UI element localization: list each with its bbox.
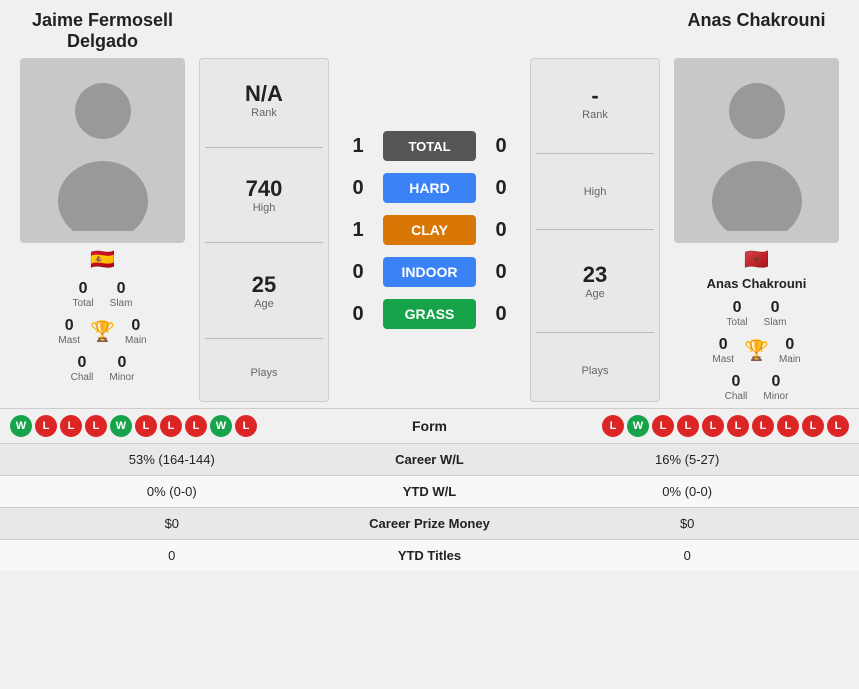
p1-plays-block: Plays: [251, 367, 278, 379]
clay-btn[interactable]: Clay: [383, 215, 476, 245]
player1-minor: 0 Minor: [109, 354, 134, 383]
score-row-total: 1 Total 0: [333, 127, 526, 165]
p1-form-4: L: [85, 415, 107, 437]
p2-form-6: L: [727, 415, 749, 437]
p2-high-block: High: [584, 186, 607, 198]
p1-form-7: L: [160, 415, 182, 437]
main-container: Jaime Fermosell Delgado Anas Chakrouni 🇪…: [0, 0, 859, 571]
p1-titles: 0: [0, 540, 344, 572]
player2-panel: 🇲🇦 Anas Chakrouni 0 Total 0 Slam 0 Mast: [664, 58, 849, 402]
player2-mast: 0 Mast: [712, 336, 734, 365]
p2-age-block: 23 Age: [583, 262, 607, 300]
stats-table: 53% (164-144) Career W/L 16% (5-27) 0% (…: [0, 443, 859, 571]
player1-panel: 🇪🇸 0 Total 0 Slam 0 Mast 🏆: [10, 58, 195, 402]
player2-avatar: [674, 58, 839, 243]
player2-main: 0 Main: [779, 336, 801, 365]
p2-form-8: L: [777, 415, 799, 437]
career-wl-label: Career W/L: [344, 444, 516, 476]
p1-form-3: L: [60, 415, 82, 437]
player2-stats-row2: 0 Mast 🏆 0 Main: [712, 336, 800, 365]
p1-ytd-wl: 0% (0-0): [0, 476, 344, 508]
scores-center: 1 Total 0 0 Hard 0 1 Clay 0 0 Indoor 0: [333, 58, 526, 402]
p2-form-7: L: [752, 415, 774, 437]
player1-total: 0 Total: [73, 280, 94, 309]
player2-minor: 0 Minor: [763, 373, 788, 402]
p1-age-block: 25 Age: [252, 272, 276, 310]
p1-form-1: W: [10, 415, 32, 437]
player2-name: Anas Chakrouni: [664, 10, 849, 31]
player1-name2: Delgado: [10, 31, 195, 52]
career-wl-row: 53% (164-144) Career W/L 16% (5-27): [0, 444, 859, 476]
p2-ytd-wl: 0% (0-0): [515, 476, 859, 508]
player2-flag: 🇲🇦: [744, 247, 769, 272]
p1-high-block: 740 High: [246, 176, 283, 214]
player2-stats-row1: 0 Total 0 Slam: [727, 299, 787, 328]
player1-flag: 🇪🇸: [90, 247, 115, 272]
player1-avatar: [20, 58, 185, 243]
p2-form-10: L: [827, 415, 849, 437]
left-stats-panel: N/A Rank 740 High 25 Age Plays: [199, 58, 329, 402]
trophy-icon-p2: 🏆: [744, 338, 769, 363]
grass-btn[interactable]: Grass: [383, 299, 476, 329]
player2-stats-row3: 0 Chall 0 Minor: [725, 373, 789, 402]
prize-row: $0 Career Prize Money $0: [0, 508, 859, 540]
player1-chall: 0 Chall: [71, 354, 94, 383]
p1-prize: $0: [0, 508, 344, 540]
p1-form-8: L: [185, 415, 207, 437]
total-btn[interactable]: Total: [383, 131, 476, 161]
p1-form-2: L: [35, 415, 57, 437]
player2-form: L W L L L L L L L L: [534, 415, 849, 437]
score-row-hard: 0 Hard 0: [333, 169, 526, 207]
p1-form-9: W: [210, 415, 232, 437]
p2-form-1: L: [602, 415, 624, 437]
player1-stats-row1: 0 Total 0 Slam: [73, 280, 133, 309]
prize-label: Career Prize Money: [344, 508, 516, 540]
score-row-grass: 0 Grass 0: [333, 295, 526, 333]
p2-form-9: L: [802, 415, 824, 437]
titles-label: YTD Titles: [344, 540, 516, 572]
player2-total: 0 Total: [727, 299, 748, 328]
hard-btn[interactable]: Hard: [383, 173, 476, 203]
form-label: Form: [329, 418, 530, 434]
player1-stats-row3: 0 Chall 0 Minor: [71, 354, 135, 383]
player1-form: W L L L W L L L W L: [10, 415, 325, 437]
form-row: W L L L W L L L W L Form L W L L L L L L…: [0, 408, 859, 443]
p2-career-wl: 16% (5-27): [515, 444, 859, 476]
p2-form-3: L: [652, 415, 674, 437]
p2-titles: 0: [515, 540, 859, 572]
player1-name: Jaime Fermosell: [10, 10, 195, 31]
player2-name-below: Anas Chakrouni: [707, 276, 807, 291]
right-stats-panel: - Rank High 23 Age Plays: [530, 58, 660, 402]
player1-mast: 0 Mast: [58, 317, 80, 346]
trophy-icon-p1: 🏆: [90, 319, 115, 344]
player2-name-area: Anas Chakrouni: [664, 10, 849, 31]
player1-main: 0 Main: [125, 317, 147, 346]
score-row-clay: 1 Clay 0: [333, 211, 526, 249]
ytd-wl-row: 0% (0-0) YTD W/L 0% (0-0): [0, 476, 859, 508]
player1-name-area: Jaime Fermosell Delgado: [10, 10, 195, 52]
p2-prize: $0: [515, 508, 859, 540]
player2-chall: 0 Chall: [725, 373, 748, 402]
p1-rank-block: N/A Rank: [245, 81, 283, 119]
titles-row: 0 YTD Titles 0: [0, 540, 859, 572]
p2-form-2: W: [627, 415, 649, 437]
player1-slam: 0 Slam: [110, 280, 133, 309]
indoor-btn[interactable]: Indoor: [383, 257, 476, 287]
p2-plays-block: Plays: [582, 365, 609, 377]
player2-slam: 0 Slam: [764, 299, 787, 328]
p2-form-4: L: [677, 415, 699, 437]
p1-form-10: L: [235, 415, 257, 437]
p1-career-wl: 53% (164-144): [0, 444, 344, 476]
p1-form-6: L: [135, 415, 157, 437]
p2-form-5: L: [702, 415, 724, 437]
p2-rank-block: - Rank: [582, 83, 608, 121]
score-row-indoor: 0 Indoor 0: [333, 253, 526, 291]
player1-stats-row2: 0 Mast 🏆 0 Main: [58, 317, 146, 346]
p1-form-5: W: [110, 415, 132, 437]
ytd-wl-label: YTD W/L: [344, 476, 516, 508]
